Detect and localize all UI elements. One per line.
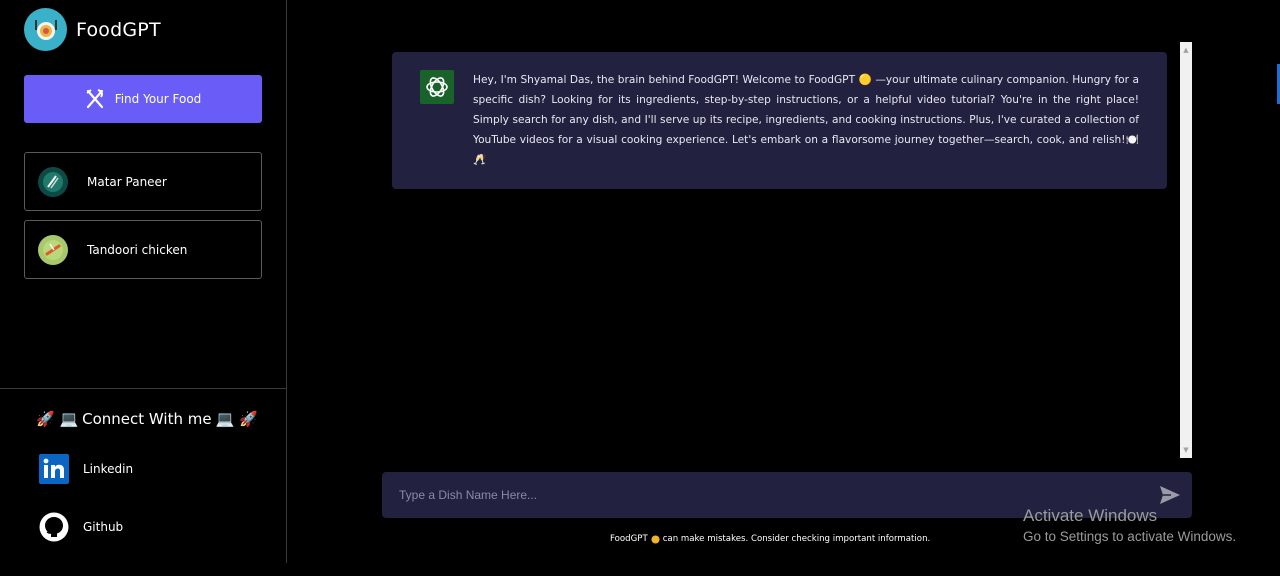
sidebar-divider: [0, 388, 287, 389]
find-your-food-label: Find Your Food: [114, 92, 202, 106]
find-your-food-button[interactable]: Find Your Food: [24, 75, 262, 123]
scroll-down-icon[interactable]: ▼: [1180, 444, 1192, 456]
activate-windows-subtitle: Go to Settings to activate Windows.: [1023, 529, 1237, 544]
fork-knife-icon: [86, 89, 103, 109]
disclaimer: FoodGPT can make mistakes. Consider chec…: [610, 534, 930, 544]
openai-logo-icon: [420, 70, 454, 104]
github-icon: [39, 512, 69, 542]
activate-windows-watermark: Activate Windows Go to Settings to activ…: [1023, 506, 1236, 544]
brand[interactable]: FoodGPT: [24, 8, 161, 51]
activate-windows-title: Activate Windows: [1023, 506, 1158, 525]
disclaimer-brand: FoodGPT: [610, 534, 648, 544]
linkedin-icon: [39, 454, 69, 484]
rocket-laptop-emoji: 🚀 💻: [36, 410, 79, 428]
send-icon[interactable]: [1158, 483, 1182, 507]
linkedin-link[interactable]: Linkedin: [39, 454, 133, 484]
laptop-rocket-emoji: 💻 🚀: [215, 410, 258, 428]
main-area: Hey, I'm Shyamal Das, the brain behind F…: [288, 0, 1280, 576]
brand-dot-icon: [651, 534, 660, 544]
connect-title: Connect With me: [82, 410, 212, 428]
disclaimer-text: can make mistakes. Consider checking imp…: [662, 534, 931, 544]
github-link[interactable]: Github: [39, 512, 123, 542]
history-item-tandoori-chicken[interactable]: Tandoori chicken: [24, 220, 262, 279]
history-item-label: Tandoori chicken: [87, 242, 188, 257]
chat-area: Hey, I'm Shyamal Das, the brain behind F…: [392, 42, 1192, 458]
dish-icon: [38, 234, 68, 265]
dish-icon: [38, 166, 68, 197]
foodgpt-logo-icon: [24, 8, 67, 51]
app-title: FoodGPT: [76, 18, 161, 41]
linkedin-label: Linkedin: [83, 462, 134, 476]
history-item-matar-paneer[interactable]: Matar Paneer: [24, 152, 262, 211]
history-item-label: Matar Paneer: [87, 174, 167, 189]
sidebar: FoodGPT Find Your Food Matar Paneer Tand…: [0, 0, 287, 563]
bot-message: Hey, I'm Shyamal Das, the brain behind F…: [392, 52, 1167, 189]
github-label: Github: [83, 520, 124, 534]
chat-scrollbar[interactable]: ▲ ▼: [1180, 42, 1192, 458]
dish-name-input[interactable]: [399, 488, 1139, 502]
bot-message-text: Hey, I'm Shyamal Das, the brain behind F…: [473, 74, 1139, 166]
connect-heading: 🚀 💻 Connect With me 💻 🚀: [36, 410, 258, 428]
scroll-up-icon[interactable]: ▲: [1180, 44, 1192, 56]
